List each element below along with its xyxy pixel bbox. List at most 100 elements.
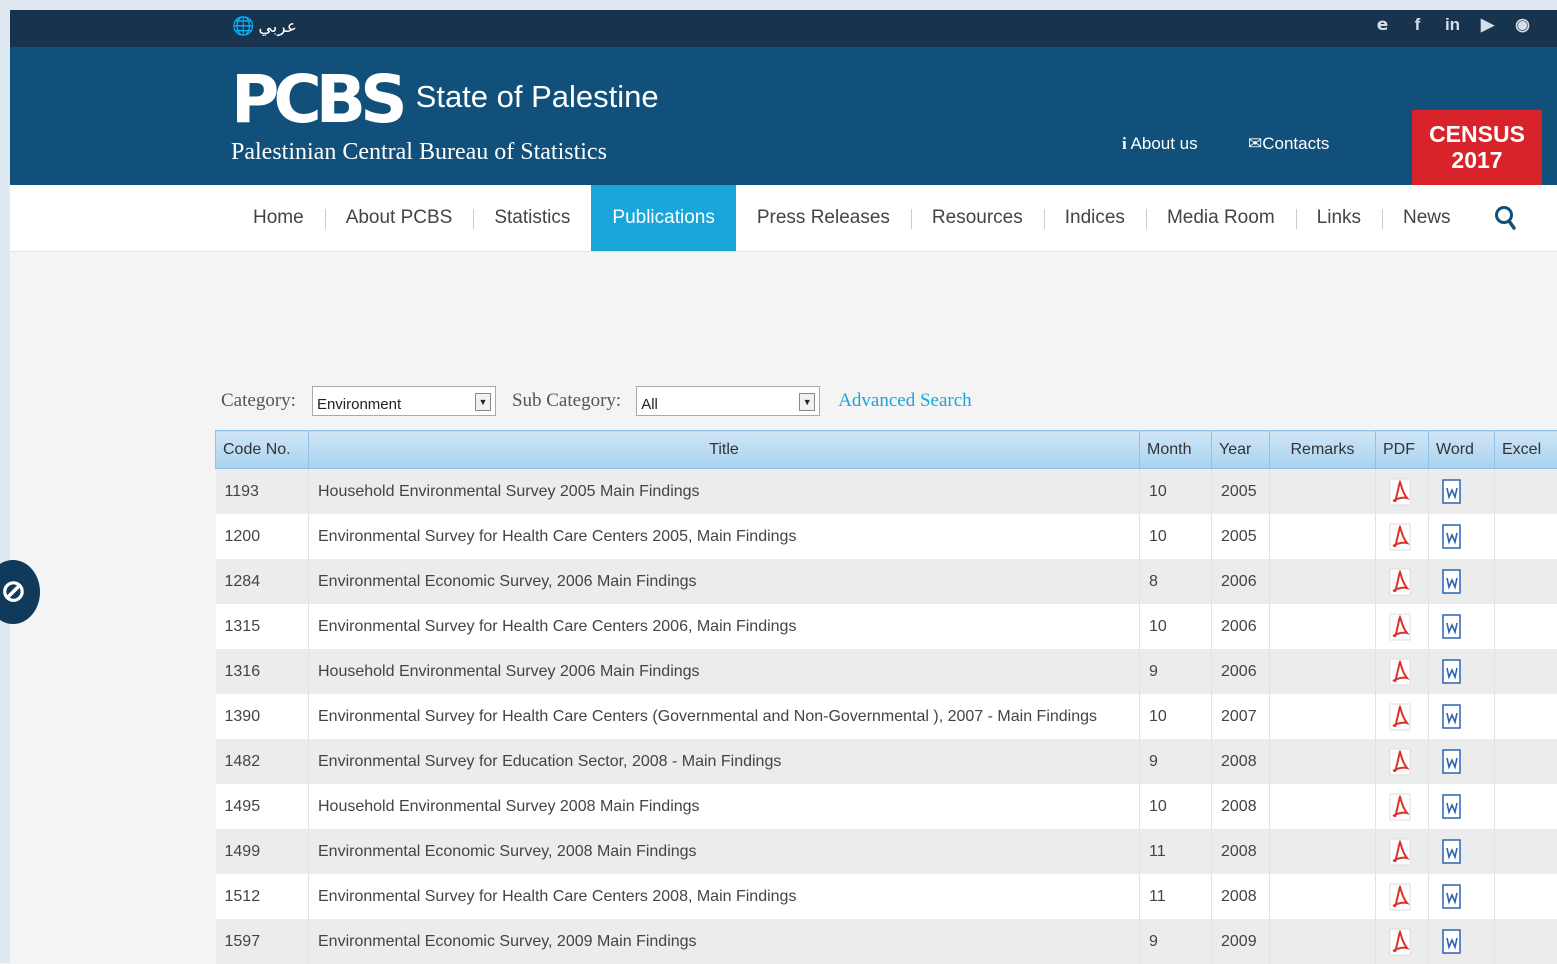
excel-cell bbox=[1495, 469, 1557, 515]
table-header-row: Code No. Title Month Year Remarks PDF Wo… bbox=[216, 431, 1557, 469]
column-header-pdf[interactable]: PDF bbox=[1376, 431, 1429, 469]
nav-item-statistics[interactable]: Statistics bbox=[473, 185, 591, 251]
table-row: 1512Environmental Survey for Health Care… bbox=[216, 874, 1557, 919]
instagram-icon[interactable]: ◉ bbox=[1514, 15, 1531, 35]
pdf-icon[interactable] bbox=[1385, 523, 1419, 551]
word-cell bbox=[1429, 829, 1495, 874]
nav-item-media-room[interactable]: Media Room bbox=[1146, 185, 1296, 251]
table-row: 1390Environmental Survey for Health Care… bbox=[216, 694, 1557, 739]
title-cell[interactable]: Household Environmental Survey 2005 Main… bbox=[309, 469, 1140, 515]
nav-item-publications[interactable]: Publications bbox=[591, 185, 735, 251]
advanced-search-link[interactable]: Advanced Search bbox=[838, 390, 971, 412]
remarks-cell bbox=[1270, 514, 1376, 559]
social-links: 𝗲 f in ▶ ◉ bbox=[1374, 15, 1531, 35]
search-icon[interactable] bbox=[1494, 205, 1516, 231]
nav-item-press-releases[interactable]: Press Releases bbox=[736, 185, 911, 251]
word-cell bbox=[1429, 604, 1495, 649]
pdf-icon[interactable] bbox=[1385, 658, 1419, 686]
word-document-icon[interactable] bbox=[1438, 704, 1485, 730]
title-cell[interactable]: Environmental Survey for Health Care Cen… bbox=[309, 694, 1140, 739]
word-document-icon[interactable] bbox=[1438, 929, 1485, 955]
pdf-icon[interactable] bbox=[1385, 568, 1419, 596]
pdf-cell bbox=[1376, 469, 1429, 515]
word-cell bbox=[1429, 559, 1495, 604]
category-select[interactable]: Environment ▼ bbox=[312, 386, 496, 416]
top-bar: 🌐 عربي 𝗲 f in ▶ ◉ bbox=[10, 10, 1557, 47]
word-cell bbox=[1429, 784, 1495, 829]
title-cell[interactable]: Household Environmental Survey 2008 Main… bbox=[309, 784, 1140, 829]
nav-item-links[interactable]: Links bbox=[1296, 185, 1382, 251]
accessibility-icon[interactable]: ⊘ bbox=[0, 560, 40, 624]
linkedin-icon[interactable]: in bbox=[1444, 15, 1461, 35]
pdf-icon[interactable] bbox=[1385, 613, 1419, 641]
year-cell: 2006 bbox=[1212, 649, 1270, 694]
month-cell: 8 bbox=[1140, 559, 1212, 604]
pdf-icon[interactable] bbox=[1385, 838, 1419, 866]
site-logo[interactable]: PCBS State of Palestine bbox=[231, 67, 659, 133]
title-cell[interactable]: Environmental Economic Survey, 2008 Main… bbox=[309, 829, 1140, 874]
subcategory-value: All bbox=[641, 396, 658, 413]
nav-item-about-pcbs[interactable]: About PCBS bbox=[325, 185, 474, 251]
column-header-code[interactable]: Code No. bbox=[216, 431, 309, 469]
pdf-icon[interactable] bbox=[1385, 478, 1419, 506]
month-cell: 10 bbox=[1140, 604, 1212, 649]
facebook-icon[interactable]: f bbox=[1409, 15, 1426, 35]
title-cell[interactable]: Environmental Survey for Education Secto… bbox=[309, 739, 1140, 784]
pdf-icon[interactable] bbox=[1385, 793, 1419, 821]
word-document-icon[interactable] bbox=[1438, 884, 1485, 910]
language-switch[interactable]: 🌐 عربي bbox=[232, 16, 297, 37]
youtube-icon[interactable]: ▶ bbox=[1479, 15, 1496, 35]
word-document-icon[interactable] bbox=[1438, 794, 1485, 820]
title-cell[interactable]: Environmental Survey for Health Care Cen… bbox=[309, 514, 1140, 559]
column-header-remarks[interactable]: Remarks bbox=[1270, 431, 1376, 469]
census-banner[interactable]: CENSUS 2017 bbox=[1412, 110, 1542, 185]
word-document-icon[interactable] bbox=[1438, 659, 1485, 685]
word-document-icon[interactable] bbox=[1438, 569, 1485, 595]
remarks-cell bbox=[1270, 469, 1376, 515]
word-document-icon[interactable] bbox=[1438, 524, 1485, 550]
twitter-icon[interactable]: 𝗲 bbox=[1374, 15, 1391, 35]
year-cell: 2006 bbox=[1212, 559, 1270, 604]
site-header: PCBS State of Palestine Palestinian Cent… bbox=[10, 47, 1557, 185]
nav-item-news[interactable]: News bbox=[1382, 185, 1472, 251]
excel-cell bbox=[1495, 739, 1557, 784]
census-line1: CENSUS bbox=[1412, 121, 1542, 147]
column-header-year[interactable]: Year bbox=[1212, 431, 1270, 469]
pdf-cell bbox=[1376, 559, 1429, 604]
about-us-label: About us bbox=[1131, 134, 1198, 153]
pdf-icon[interactable] bbox=[1385, 928, 1419, 956]
pdf-icon[interactable] bbox=[1385, 883, 1419, 911]
word-document-icon[interactable] bbox=[1438, 614, 1485, 640]
title-cell[interactable]: Environmental Survey for Health Care Cen… bbox=[309, 604, 1140, 649]
month-cell: 11 bbox=[1140, 874, 1212, 919]
logo-subtitle: Palestinian Central Bureau of Statistics bbox=[231, 139, 607, 166]
remarks-cell bbox=[1270, 604, 1376, 649]
code-cell: 1482 bbox=[216, 739, 309, 784]
column-header-excel[interactable]: Excel bbox=[1495, 431, 1557, 469]
word-document-icon[interactable] bbox=[1438, 839, 1485, 865]
word-document-icon[interactable] bbox=[1438, 749, 1485, 775]
title-cell[interactable]: Environmental Economic Survey, 2006 Main… bbox=[309, 559, 1140, 604]
contacts-link[interactable]: ✉Contacts bbox=[1248, 134, 1329, 154]
nav-item-resources[interactable]: Resources bbox=[911, 185, 1044, 251]
language-label: عربي bbox=[258, 17, 296, 37]
about-us-link[interactable]: i About us bbox=[1122, 134, 1198, 154]
subcategory-select[interactable]: All ▼ bbox=[636, 386, 820, 416]
year-cell: 2008 bbox=[1212, 739, 1270, 784]
table-row: 1316Household Environmental Survey 2006 … bbox=[216, 649, 1557, 694]
nav-item-indices[interactable]: Indices bbox=[1044, 185, 1146, 251]
census-line2: 2017 bbox=[1412, 147, 1542, 173]
title-cell[interactable]: Household Environmental Survey 2006 Main… bbox=[309, 649, 1140, 694]
column-header-month[interactable]: Month bbox=[1140, 431, 1212, 469]
nav-item-home[interactable]: Home bbox=[232, 185, 325, 251]
title-cell[interactable]: Environmental Survey for Health Care Cen… bbox=[309, 874, 1140, 919]
pdf-icon[interactable] bbox=[1385, 703, 1419, 731]
column-header-title[interactable]: Title bbox=[309, 431, 1140, 469]
column-header-word[interactable]: Word bbox=[1429, 431, 1495, 469]
remarks-cell bbox=[1270, 919, 1376, 964]
word-document-icon[interactable] bbox=[1438, 479, 1485, 505]
pdf-cell bbox=[1376, 874, 1429, 919]
title-cell[interactable]: Environmental Economic Survey, 2009 Main… bbox=[309, 919, 1140, 964]
excel-cell bbox=[1495, 514, 1557, 559]
pdf-icon[interactable] bbox=[1385, 748, 1419, 776]
